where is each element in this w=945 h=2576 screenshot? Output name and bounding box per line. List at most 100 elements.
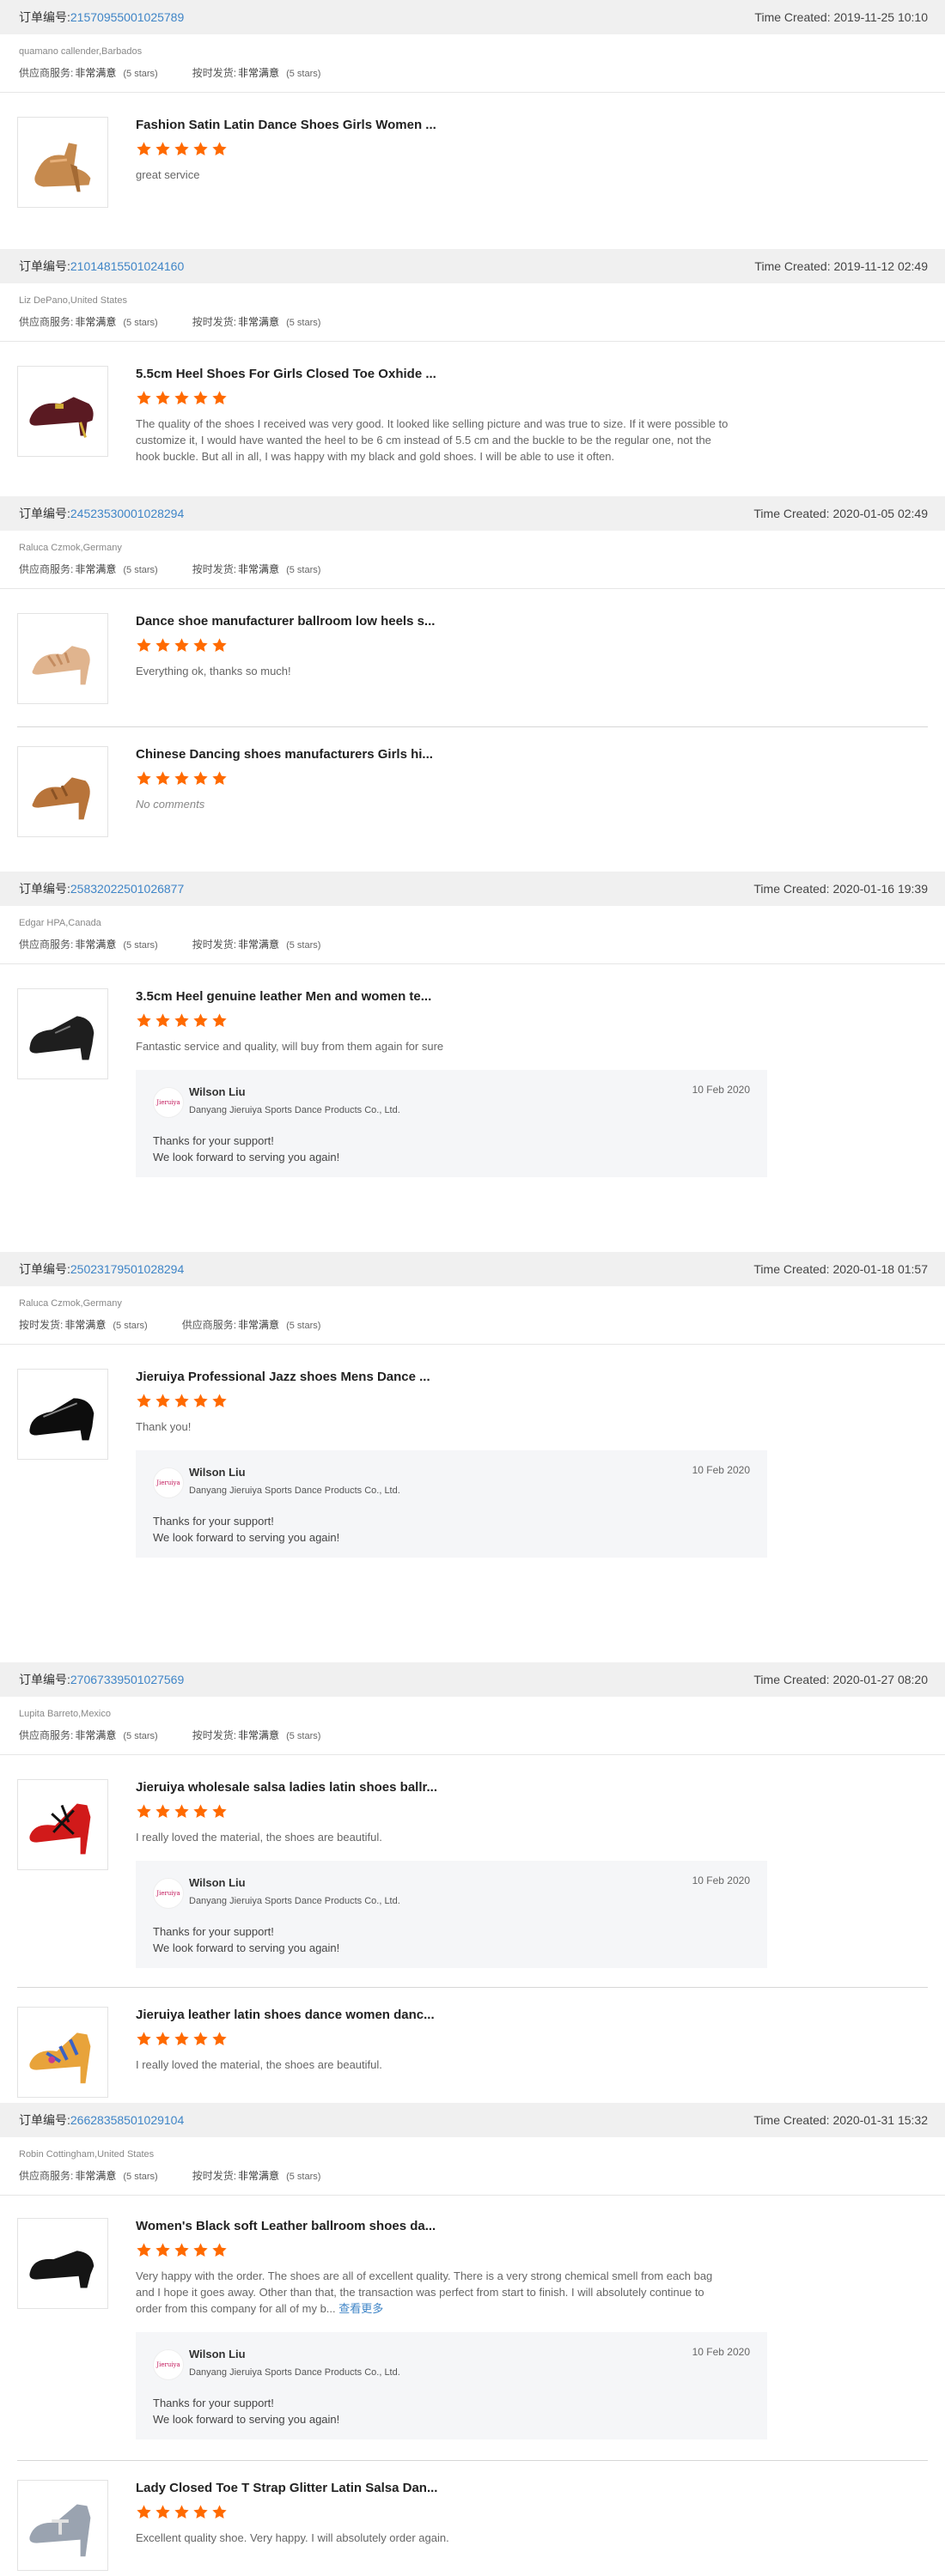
divider (0, 2195, 945, 2196)
order-number-link[interactable]: 25023179501028294 (70, 1262, 184, 1276)
product-title-link[interactable]: Jieruiya wholesale salsa ladies latin sh… (136, 1779, 928, 1796)
star-icon (192, 2242, 209, 2258)
review-item: 5.5cm Heel Shoes For Girls Closed Toe Ox… (17, 366, 928, 486)
product-title-link[interactable]: Jieruiya leather latin shoes dance women… (136, 2007, 928, 2024)
reply-line: We look forward to serving you again! (153, 2413, 340, 2426)
seller-reply: Jieruiya Wilson Liu Danyang Jieruiya Spo… (136, 1450, 767, 1558)
seller-logo-icon: Jieruiya (153, 1467, 184, 1498)
product-title-link[interactable]: 5.5cm Heel Shoes For Girls Closed Toe Ox… (136, 366, 928, 383)
product-image[interactable] (17, 613, 108, 704)
divider (0, 92, 945, 93)
review-text: The quality of the shoes I received was … (136, 417, 729, 463)
product-title-link[interactable]: 3.5cm Heel genuine leather Men and women… (136, 988, 928, 1005)
rating-label: 按时发货: (192, 939, 237, 951)
order-time: Time Created: 2020-01-31 15:32 (753, 2113, 928, 2127)
order-number-link[interactable]: 21014815501024160 (70, 259, 184, 273)
product-title-link[interactable]: Fashion Satin Latin Dance Shoes Girls Wo… (136, 117, 928, 134)
reply-line: Thanks for your support! (153, 1134, 274, 1147)
star-icon (155, 637, 171, 653)
reply-company: Danyang Jieruiya Sports Dance Products C… (189, 2367, 400, 2378)
divider (0, 341, 945, 342)
review-item: Dance shoe manufacturer ballroom low hee… (17, 613, 928, 718)
product-image[interactable] (17, 1369, 108, 1460)
seller-ratings: 供应商服务: 非常满意 (5 stars) 按时发货: 非常满意 (5 stars) (19, 562, 945, 576)
product-title-link[interactable]: Chinese Dancing shoes manufacturers Girl… (136, 746, 928, 763)
product-image[interactable] (17, 2480, 108, 2571)
review-text: Everything ok, thanks so much! (136, 665, 291, 677)
product-image[interactable] (17, 366, 108, 457)
star-icon (211, 2242, 228, 2258)
order-card: 订单编号:25023179501028294 Time Created: 202… (0, 1252, 945, 1558)
order-time: Time Created: 2019-11-25 10:10 (754, 10, 928, 24)
star-icon (174, 2242, 190, 2258)
review-item: 3.5cm Heel genuine leather Men and women… (17, 988, 928, 1177)
order-number-label: 订单编号: (19, 882, 70, 896)
product-image[interactable] (17, 117, 108, 208)
star-icon (211, 1012, 228, 1029)
star-icon (174, 1803, 190, 1820)
rating-stars-text: (5 stars) (123, 2172, 158, 2182)
seller-logo-text: Jieruiya (156, 2361, 180, 2368)
star-icon (174, 2504, 190, 2520)
star-icon (192, 141, 209, 157)
order-number-link[interactable]: 25832022501026877 (70, 882, 184, 896)
star-icon (155, 2242, 171, 2258)
seller-logo-text: Jieruiya (156, 1479, 180, 1486)
divider (0, 1754, 945, 1755)
item-divider (17, 726, 928, 727)
reply-author: Wilson Liu (189, 2348, 246, 2360)
rating-label: 供应商服务: (19, 2170, 74, 2182)
seller-ratings: 供应商服务: 非常满意 (5 stars) 按时发货: 非常满意 (5 stars) (19, 2168, 945, 2183)
product-image[interactable] (17, 2218, 108, 2309)
star-icon (192, 390, 209, 406)
product-image[interactable] (17, 2007, 108, 2098)
order-number-link[interactable]: 26628358501029104 (70, 2113, 184, 2127)
seller-ratings: 供应商服务: 非常满意 (5 stars) 按时发货: 非常满意 (5 stars) (19, 1728, 945, 1742)
rating-stars-text: (5 stars) (123, 1731, 158, 1741)
product-title-link[interactable]: Jieruiya Professional Jazz shoes Mens Da… (136, 1369, 928, 1386)
rating-label: 供应商服务: (181, 1319, 237, 1331)
product-title-link[interactable]: Women's Black soft Leather ballroom shoe… (136, 2218, 928, 2235)
order-number-link[interactable]: 24523530001028294 (70, 507, 184, 520)
rating-value: 非常满意 (75, 67, 117, 79)
rating-stars-text: (5 stars) (286, 318, 321, 328)
review-item: Lady Closed Toe T Strap Glitter Latin Sa… (17, 2480, 928, 2574)
product-title-link[interactable]: Dance shoe manufacturer ballroom low hee… (136, 613, 928, 630)
order-number-link[interactable]: 21570955001025789 (70, 10, 184, 24)
rating-value: 非常满意 (238, 2170, 280, 2182)
star-icon (192, 1393, 209, 1409)
rating-label: 按时发货: (192, 2170, 237, 2182)
divider (0, 588, 945, 589)
star-icon (174, 1393, 190, 1409)
product-image[interactable] (17, 988, 108, 1079)
reply-date: 10 Feb 2020 (692, 1874, 750, 1886)
seller-logo-icon: Jieruiya (153, 1087, 184, 1118)
order-card: 订单编号:27067339501027569 Time Created: 202… (0, 1662, 945, 2101)
star-icon (155, 2504, 171, 2520)
order-header: 订单编号:25023179501028294 Time Created: 202… (0, 1252, 945, 1286)
see-more-link[interactable]: 查看更多 (338, 2302, 383, 2315)
product-image[interactable] (17, 1779, 108, 1870)
reply-author: Wilson Liu (189, 1466, 246, 1479)
review-text: Thank you! (136, 1420, 192, 1433)
divider (0, 963, 945, 964)
seller-reply: Jieruiya Wilson Liu Danyang Jieruiya Spo… (136, 1861, 767, 1968)
product-title-link[interactable]: Lady Closed Toe T Strap Glitter Latin Sa… (136, 2480, 928, 2497)
review-text: Fantastic service and quality, will buy … (136, 1040, 444, 1053)
rating-value: 非常满意 (75, 939, 117, 951)
reply-line: Thanks for your support! (153, 1925, 274, 1938)
rating-label: 供应商服务: (19, 316, 74, 328)
star-icon (155, 141, 171, 157)
buyer-name: Raluca Czmok,Germany (19, 543, 122, 553)
buyer-name: Raluca Czmok,Germany (19, 1298, 122, 1309)
star-icon (192, 1803, 209, 1820)
order-header: 订单编号:24523530001028294 Time Created: 202… (0, 496, 945, 531)
review-item: Jieruiya Professional Jazz shoes Mens Da… (17, 1369, 928, 1558)
rating-label: 供应商服务: (19, 67, 74, 79)
seller-ratings: 供应商服务: 非常满意 (5 stars) 按时发货: 非常满意 (5 stars) (19, 65, 945, 80)
order-number-label: 订单编号: (19, 259, 70, 273)
star-icon (211, 1803, 228, 1820)
order-number-link[interactable]: 27067339501027569 (70, 1673, 184, 1686)
buyer-name: Edgar HPA,Canada (19, 918, 101, 928)
product-image[interactable] (17, 746, 108, 837)
